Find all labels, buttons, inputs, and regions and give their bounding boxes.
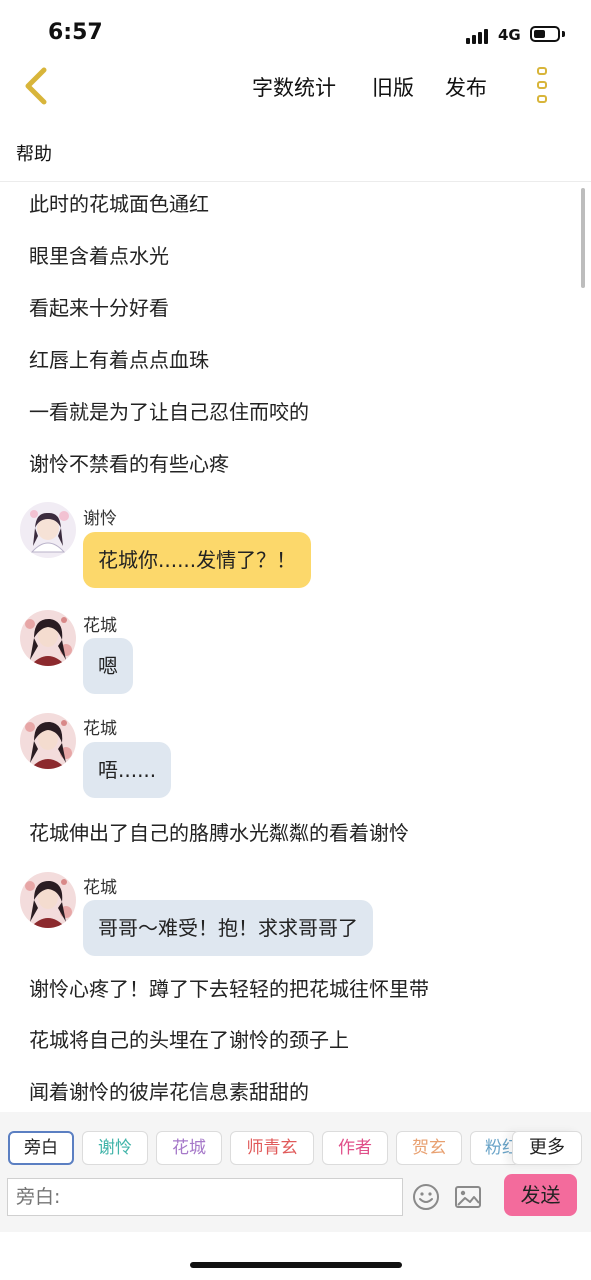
publish-button[interactable]: 发布 bbox=[445, 72, 487, 102]
narration-line: 看起来十分好看 bbox=[29, 296, 169, 320]
avatar-huacheng[interactable] bbox=[20, 713, 76, 769]
narration-line: 谢怜不禁看的有些心疼 bbox=[29, 452, 229, 476]
battery-tip bbox=[562, 31, 565, 37]
narration-line: 此时的花城面色通红 bbox=[29, 192, 209, 216]
role-chip-hexuan[interactable]: 贺玄 bbox=[396, 1131, 462, 1165]
narration-line: 花城将自己的头埋在了谢怜的颈子上 bbox=[29, 1028, 349, 1052]
chat-bubble[interactable]: 唔...... bbox=[83, 742, 172, 798]
role-chip-huacheng[interactable]: 花城 bbox=[156, 1131, 222, 1165]
chevron-left-icon bbox=[25, 67, 47, 105]
avatar-huacheng[interactable] bbox=[20, 872, 76, 928]
old-version-button[interactable]: 旧版 bbox=[372, 72, 414, 102]
emoji-icon bbox=[413, 1184, 439, 1210]
narration-line: 红唇上有着点点血珠 bbox=[29, 348, 209, 372]
role-chip-narrator[interactable]: 旁白 bbox=[8, 1131, 74, 1165]
more-roles-button[interactable]: 更多 bbox=[512, 1131, 582, 1165]
message-input[interactable] bbox=[7, 1178, 403, 1216]
more-vertical-icon[interactable] bbox=[534, 66, 552, 106]
emoji-button[interactable] bbox=[411, 1182, 441, 1212]
image-button[interactable] bbox=[453, 1182, 483, 1212]
status-time: 6:57 bbox=[48, 20, 103, 45]
network-label: 4G bbox=[498, 26, 521, 44]
speaker-name: 花城 bbox=[83, 878, 117, 898]
divider bbox=[0, 181, 591, 182]
chat-bubble[interactable]: 花城你......发情了？！ bbox=[83, 532, 312, 588]
help-link[interactable]: 帮助 bbox=[16, 140, 52, 166]
signal-icon bbox=[466, 28, 492, 44]
role-chip-author[interactable]: 作者 bbox=[322, 1131, 388, 1165]
home-indicator[interactable] bbox=[190, 1262, 402, 1268]
scrollbar[interactable] bbox=[581, 188, 585, 288]
narration-line: 一看就是为了让自己忍住而咬的 bbox=[29, 400, 309, 424]
speaker-name: 花城 bbox=[83, 616, 117, 636]
image-icon bbox=[455, 1186, 481, 1208]
battery-icon bbox=[530, 26, 560, 42]
narration-line: 眼里含着点水光 bbox=[29, 244, 169, 268]
chat-bubble[interactable]: 嗯 bbox=[83, 638, 133, 694]
narration-line: 花城伸出了自己的胳膊水光粼粼的看着谢怜 bbox=[29, 821, 409, 845]
avatar-xielian[interactable] bbox=[20, 502, 76, 558]
back-button[interactable] bbox=[20, 66, 56, 106]
role-chip-shiqingxuan[interactable]: 师青玄 bbox=[230, 1131, 314, 1165]
word-count-button[interactable]: 字数统计 bbox=[252, 72, 336, 102]
send-button[interactable]: 发送 bbox=[504, 1174, 577, 1216]
narration-line: 闻着谢怜的彼岸花信息素甜甜的 bbox=[29, 1080, 309, 1104]
avatar-huacheng[interactable] bbox=[20, 610, 76, 666]
narration-line: 谢怜心疼了！蹲了下去轻轻的把花城往怀里带 bbox=[29, 977, 429, 1001]
role-chip-xielian[interactable]: 谢怜 bbox=[82, 1131, 148, 1165]
speaker-name: 谢怜 bbox=[83, 509, 117, 529]
chat-bubble[interactable]: 哥哥～难受！抱！求求哥哥了 bbox=[83, 900, 373, 956]
speaker-name: 花城 bbox=[83, 719, 117, 739]
